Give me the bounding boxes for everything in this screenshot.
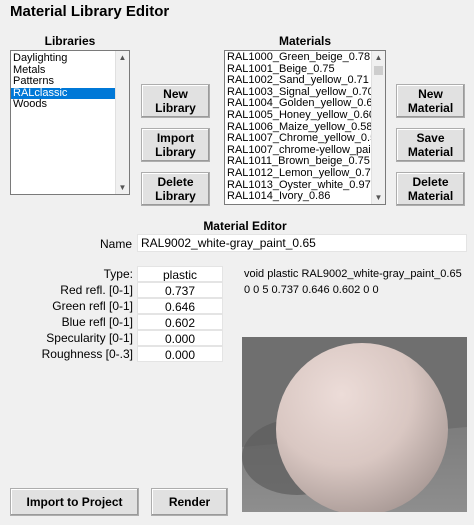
library-item[interactable]: Woods [11, 99, 115, 111]
scroll-up-icon[interactable]: ▲ [116, 51, 129, 64]
field-label: Red refl. [0-1] [60, 283, 133, 297]
materials-list[interactable]: RAL1000_Green_beige_0.78 RAL1001_Beige_0.… [224, 50, 386, 205]
type-field[interactable]: plastic [137, 266, 223, 282]
new-library-button[interactable]: New Library [141, 84, 210, 118]
material-item[interactable]: RAL1007_Chrome_yellow_0.56 [225, 133, 371, 145]
library-item[interactable]: RALclassic [11, 87, 115, 100]
import-library-button[interactable]: Import Library [141, 128, 210, 162]
material-item[interactable]: RAL1004_Golden_yellow_0.64 [225, 98, 371, 110]
material-editor-header: Material Editor [203, 219, 287, 233]
value-field[interactable]: 0.602 [137, 314, 223, 330]
libraries-header: Libraries [44, 34, 96, 48]
value-field[interactable]: 0.737 [137, 282, 223, 298]
libraries-list[interactable]: Daylighting Metals Patterns RALclassic Woods… [10, 50, 130, 195]
field-label: Specularity [0-1] [46, 331, 133, 345]
material-item[interactable]: RAL1011_Brown_beige_0.75 [225, 156, 371, 168]
render-button[interactable]: Render [151, 488, 228, 516]
material-item[interactable]: RAL1005_Honey_yellow_0.60 [225, 110, 371, 122]
value-field[interactable]: 0.000 [137, 330, 223, 346]
value-field[interactable]: 0.646 [137, 298, 223, 314]
import-to-project-button[interactable]: Import to Project [10, 488, 139, 516]
material-item[interactable]: RAL1000_Green_beige_0.78 [225, 52, 371, 64]
field-label: Type: [103, 267, 133, 281]
material-item[interactable]: RAL1012_Lemon_yellow_0.73 [225, 168, 371, 180]
material-item[interactable]: RAL1007_chrome-yellow_paint_0 [225, 145, 371, 157]
material-item[interactable]: RAL1003_Signal_yellow_0.70 [225, 87, 371, 99]
delete-library-button[interactable]: Delete Library [141, 172, 210, 206]
material-item[interactable]: RAL1014_Ivory_0.86 [225, 191, 371, 203]
definition-line-1: void plastic RAL9002_white-gray_paint_0.… [244, 268, 462, 280]
render-preview [242, 337, 467, 512]
name-field[interactable]: RAL9002_white-gray_paint_0.65 [137, 234, 467, 252]
material-item[interactable]: RAL1006_Maize_yellow_0.58 [225, 122, 371, 134]
material-item[interactable]: RAL1002_Sand_yellow_0.71 [225, 75, 371, 87]
libraries-scrollbar[interactable]: ▲ ▼ [115, 51, 129, 194]
window-title: Material Library Editor [10, 3, 170, 20]
sphere-render-image [242, 337, 467, 512]
scroll-down-icon[interactable]: ▼ [372, 191, 385, 204]
scroll-down-icon[interactable]: ▼ [116, 181, 129, 194]
scroll-thumb[interactable] [374, 66, 383, 75]
value-field[interactable]: 0.000 [137, 346, 223, 362]
field-label: Roughness [0-.3] [41, 347, 133, 361]
delete-material-button[interactable]: Delete Material [396, 172, 465, 206]
materials-scrollbar[interactable]: ▲ ▼ [371, 51, 385, 204]
name-label: Name [99, 237, 132, 251]
field-label: Green refl [0-1] [52, 299, 133, 313]
library-item[interactable]: Patterns [11, 76, 115, 88]
new-material-button[interactable]: New Material [396, 84, 465, 118]
material-definition: void plastic RAL9002_white-gray_paint_0.… [244, 266, 472, 298]
save-material-button[interactable]: Save Material [396, 128, 465, 162]
scroll-up-icon[interactable]: ▲ [372, 51, 385, 64]
material-item[interactable]: RAL1001_Beige_0.75 [225, 64, 371, 76]
materials-header: Materials [278, 34, 332, 48]
library-item[interactable]: Daylighting [11, 53, 115, 65]
definition-line-2: 0 0 5 0.737 0.646 0.602 0 0 [244, 284, 379, 296]
field-label: Blue refl [0-1] [61, 315, 133, 329]
material-item[interactable]: RAL1013_Oyster_white_0.97 [225, 180, 371, 192]
library-item[interactable]: Metals [11, 65, 115, 77]
